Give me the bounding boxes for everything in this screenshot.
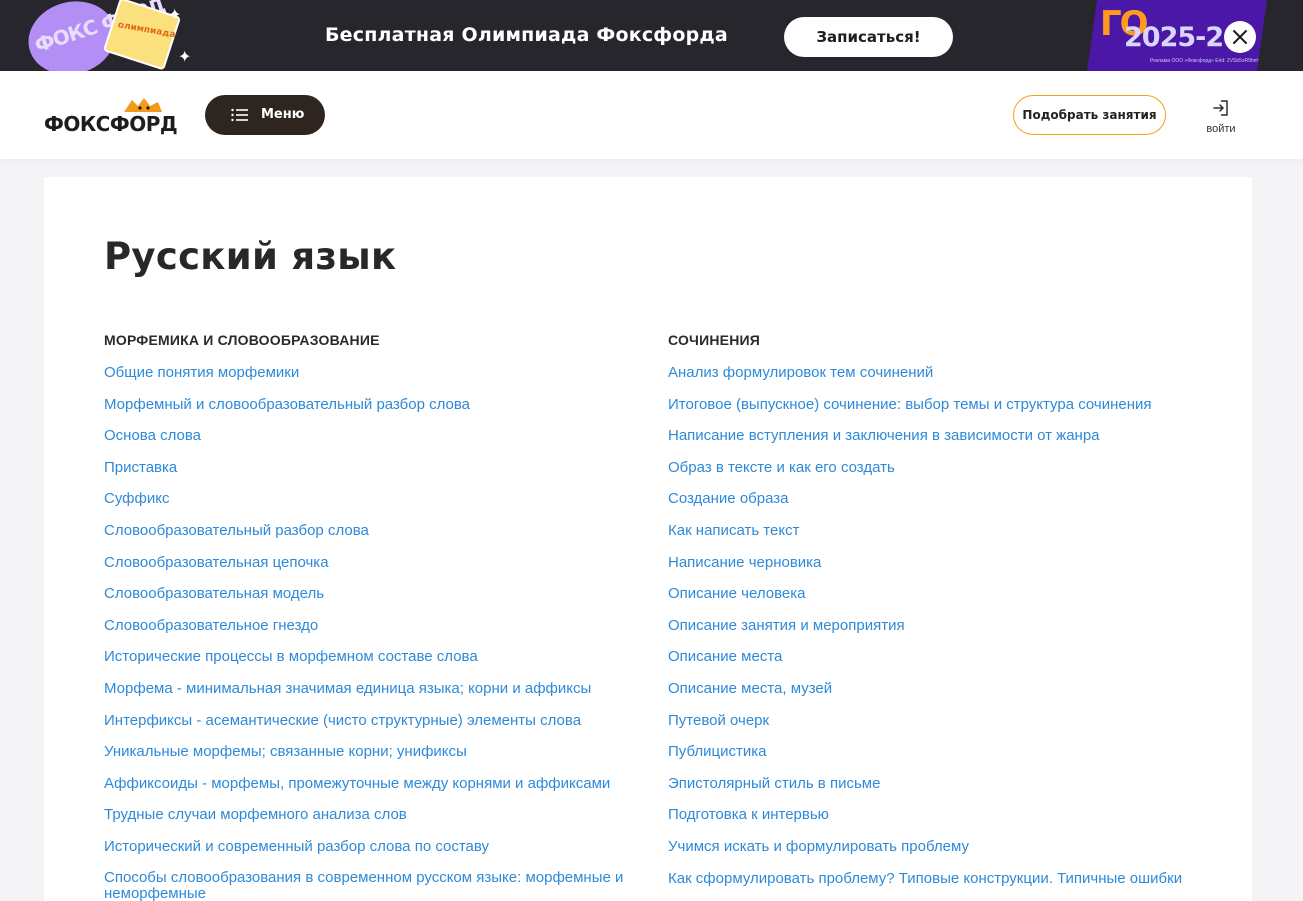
topic-link[interactable]: Трудные случаи морфемного анализа слов xyxy=(104,806,644,838)
topic-link[interactable]: Морфемный и словообразовательный разбор … xyxy=(104,396,644,428)
menu-list-icon xyxy=(231,108,248,122)
login-button[interactable]: войти xyxy=(1198,97,1244,137)
promo-banner[interactable]: ФОКС ФОРД олимпиада ✦ ✦ Бесплатная Олимп… xyxy=(0,0,1303,71)
section-essays: СОЧИНЕНИЯ Анализ формулировок тем сочине… xyxy=(668,332,1208,901)
menu-label: Меню xyxy=(261,107,305,122)
topic-link[interactable]: Создание образа xyxy=(668,490,1208,522)
topic-link[interactable]: Общие понятия морфемики xyxy=(104,364,644,396)
page-title: Русский язык xyxy=(104,235,397,278)
topic-link[interactable]: Словообразовательная модель xyxy=(104,585,644,617)
section-title: СОЧИНЕНИЯ xyxy=(668,332,761,348)
topic-link[interactable]: Интерфиксы - асемантические (чисто струк… xyxy=(104,712,644,744)
topic-link[interactable]: Как написать текст xyxy=(668,522,1208,554)
topic-link[interactable]: Описание человека xyxy=(668,585,1208,617)
topic-link[interactable]: Подготовка к интервью xyxy=(668,806,1208,838)
section-morphemics: МОРФЕМИКА И СЛОВООБРАЗОВАНИЕ Общие понят… xyxy=(104,332,644,901)
topic-link[interactable]: Написание черновика xyxy=(668,554,1208,586)
promo-title: Бесплатная Олимпиада Фоксфорда xyxy=(325,24,728,46)
logo-text: ФОКСФОРД xyxy=(44,112,178,136)
menu-button[interactable]: Меню xyxy=(205,95,325,135)
login-icon xyxy=(1213,100,1228,116)
topic-link[interactable]: Способы словообразования в современном р… xyxy=(104,869,644,901)
topic-link[interactable]: Исторический и современный разбор слова … xyxy=(104,838,644,870)
site-header: ФОКСФОРД Меню Подобрать занятия войти xyxy=(0,71,1303,159)
promo-signup-button[interactable]: Записаться! xyxy=(784,17,953,57)
promo-left-art: ФОКС ФОРД олимпиада ✦ ✦ xyxy=(20,0,202,71)
promo-legal-text: Реклама ООО «Фоксфорд» Erid: 2VSb5xR9hnH xyxy=(1150,58,1261,64)
topic-link[interactable]: Суффикс xyxy=(104,490,644,522)
topic-link[interactable]: Путевой очерк xyxy=(668,712,1208,744)
topic-link[interactable]: Словообразовательное гнездо xyxy=(104,617,644,649)
topic-link[interactable]: Описание места xyxy=(668,648,1208,680)
topic-link[interactable]: Описание занятия и мероприятия xyxy=(668,617,1208,649)
topic-link[interactable]: Публицистика xyxy=(668,743,1208,775)
topic-link[interactable]: Эпистолярный стиль в письме xyxy=(668,775,1208,807)
topic-link[interactable]: Образ в тексте и как его создать xyxy=(668,459,1208,491)
topic-link[interactable]: Аффиксоиды - морфемы, промежуточные межд… xyxy=(104,775,644,807)
sparkle-icon: ✦ xyxy=(168,7,182,24)
topic-link[interactable]: Учимся искать и формулировать проблему xyxy=(668,838,1208,870)
topic-link[interactable]: Описание места, музей xyxy=(668,680,1208,712)
topic-link[interactable]: Основа слова xyxy=(104,427,644,459)
sparkle-icon: ✦ xyxy=(178,49,192,66)
topic-link[interactable]: Анализ формулировок тем сочинений xyxy=(668,364,1208,396)
topic-link[interactable]: Написание вступления и заключения в зави… xyxy=(668,427,1208,459)
topic-link[interactable]: Как сформулировать проблему? Типовые кон… xyxy=(668,870,1208,901)
login-label: войти xyxy=(1206,123,1236,135)
promo-close-button[interactable] xyxy=(1224,21,1256,53)
topic-link[interactable]: Итоговое (выпускное) сочинение: выбор те… xyxy=(668,396,1208,428)
close-icon xyxy=(1233,30,1247,44)
section-title: МОРФЕМИКА И СЛОВООБРАЗОВАНИЕ xyxy=(104,332,380,348)
topic-link[interactable]: Словообразовательный разбор слова xyxy=(104,522,644,554)
topic-link[interactable]: Морфема - минимальная значимая единица я… xyxy=(104,680,644,712)
content-card: Русский язык МОРФЕМИКА И СЛОВООБРАЗОВАНИ… xyxy=(44,177,1252,901)
topic-link[interactable]: Приставка xyxy=(104,459,644,491)
pick-classes-button[interactable]: Подобрать занятия xyxy=(1013,95,1166,135)
topic-link[interactable]: Уникальные морфемы; связанные корни; уни… xyxy=(104,743,644,775)
foxford-logo[interactable]: ФОКСФОРД xyxy=(44,98,184,136)
topic-link[interactable]: Исторические процессы в морфемном состав… xyxy=(104,648,644,680)
topic-link[interactable]: Словообразовательная цепочка xyxy=(104,554,644,586)
